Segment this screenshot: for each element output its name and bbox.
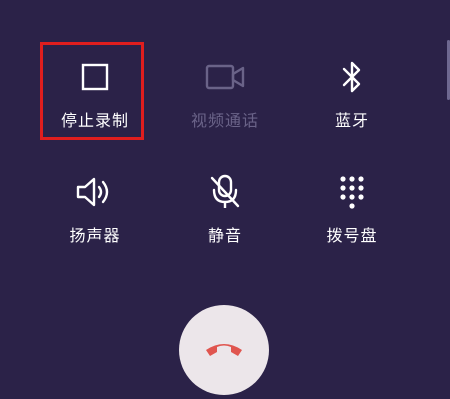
stop-recording-button[interactable]: 停止录制	[35, 55, 155, 155]
bluetooth-button[interactable]: 蓝牙	[292, 55, 412, 155]
mute-button[interactable]: 静音	[165, 170, 285, 270]
video-call-button[interactable]: 视频通话	[165, 55, 285, 155]
end-call-button[interactable]	[179, 305, 269, 395]
mute-label: 静音	[207, 226, 242, 245]
dialpad-icon	[330, 170, 374, 214]
video-call-label: 视频通话	[190, 111, 259, 130]
dialpad-button[interactable]: 拨号盘	[292, 170, 412, 270]
bluetooth-icon	[330, 55, 374, 99]
dialpad-label: 拨号盘	[326, 226, 378, 245]
end-call-icon	[202, 336, 246, 364]
speaker-label: 扬声器	[69, 226, 121, 245]
speaker-icon	[73, 170, 117, 214]
call-screen: 停止录制 视频通话 蓝牙 扬声器 静音 拨号盘	[0, 0, 450, 399]
stop-square-icon	[73, 55, 117, 99]
bluetooth-label: 蓝牙	[334, 111, 369, 130]
video-camera-icon	[203, 55, 247, 99]
speaker-button[interactable]: 扬声器	[35, 170, 155, 270]
stop-recording-label: 停止录制	[60, 111, 129, 130]
mic-muted-icon	[203, 170, 247, 214]
